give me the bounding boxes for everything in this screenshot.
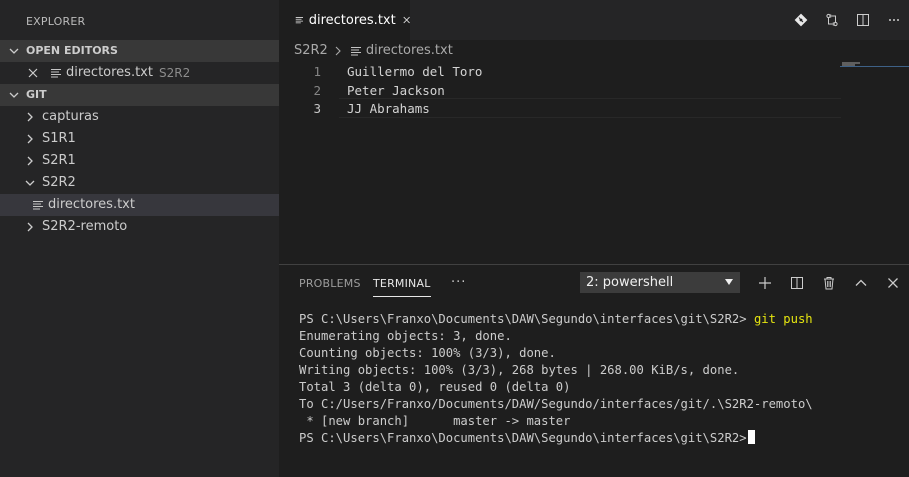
line-text[interactable]: JJ Abrahams (347, 99, 430, 118)
file-lines-icon (350, 46, 361, 56)
terminal-line: * [new branch] master -> master (299, 414, 571, 428)
minimap[interactable] (840, 62, 909, 264)
terminal-line: Writing objects: 100% (3/3), 268 bytes |… (299, 363, 740, 377)
terminal-cursor (747, 430, 755, 444)
tab-problems[interactable]: PROBLEMS (299, 277, 361, 290)
open-editor-description: S2R2 (158, 66, 191, 80)
open-editors-header[interactable]: OPEN EDITORS (0, 40, 279, 62)
breadcrumb-file[interactable]: directores.txt (366, 40, 453, 62)
git-folder-header[interactable]: GIT (0, 84, 279, 106)
tree-item-label: S2R2 (42, 175, 76, 190)
close-icon[interactable] (877, 271, 909, 295)
terminal-line: Counting objects: 100% (3/3), done. (299, 346, 556, 360)
terminal-line: PS C:\Users\Franxo\Documents\DAW\Segundo… (299, 311, 813, 328)
more-icon[interactable] (878, 9, 909, 31)
tab-label: directores.txt (308, 12, 396, 28)
bottom-panel: PROBLEMS TERMINAL ··· 2: powershell PS C… (279, 264, 909, 477)
chevron-right-icon (335, 46, 341, 56)
line-number: 1 (313, 64, 321, 79)
open-editor-label: directores.txt (66, 65, 153, 80)
code-line[interactable]: 3 JJ Abrahams (279, 99, 841, 118)
panel-more-icon[interactable]: ··· (451, 275, 466, 290)
git-icon[interactable] (785, 9, 816, 31)
trash-icon[interactable] (813, 271, 845, 295)
chevron-down-icon (25, 180, 35, 186)
tree-item-label: directores.txt (48, 197, 135, 212)
code-line[interactable]: 1 Guillermo del Toro (279, 62, 841, 81)
close-icon[interactable] (403, 15, 410, 25)
split-icon[interactable] (781, 271, 813, 295)
tab-terminal[interactable]: TERMINAL (373, 277, 431, 297)
compare-icon[interactable] (816, 9, 847, 31)
terminal-line: To C:/Users/Franxo/Documents/DAW/Segundo… (299, 397, 813, 411)
breadcrumb-folder[interactable]: S2R2 (294, 40, 328, 62)
chevron-right-icon (27, 156, 33, 166)
tree-item-label: S1R1 (42, 131, 76, 146)
terminal-command: git push (753, 312, 813, 326)
chevron-right-icon (27, 134, 33, 144)
line-number: 3 (313, 101, 321, 116)
terminal-line: Total 3 (delta 0), reused 0 (delta 0) (299, 380, 571, 394)
tree-item-label: capturas (42, 109, 99, 124)
add-icon[interactable] (749, 271, 781, 295)
terminal-select[interactable]: 2: powershell (580, 272, 740, 293)
chevron-up-icon[interactable] (845, 271, 877, 295)
chevron-down-icon (9, 48, 19, 54)
tree-item-label: S2R2-remoto (42, 219, 128, 234)
editor-tab-bar: directores.txt (279, 0, 909, 40)
line-text[interactable]: Guillermo del Toro (347, 62, 482, 81)
tree-item-s1r1[interactable]: S1R1 (0, 128, 279, 150)
explorer-title: EXPLORER (26, 15, 86, 28)
line-text[interactable]: Peter Jackson (347, 81, 445, 100)
tree-item-s2r2[interactable]: S2R2 (0, 172, 279, 194)
file-lines-icon (51, 68, 61, 78)
chevron-right-icon (27, 112, 33, 122)
breadcrumb: S2R2 directores.txt (279, 40, 909, 62)
split-editor-icon[interactable] (847, 9, 878, 31)
panel-tabs: PROBLEMS TERMINAL ··· 2: powershell (279, 265, 909, 301)
code-line[interactable]: 2 Peter Jackson (279, 81, 841, 100)
file-lines-icon (33, 200, 43, 210)
minimap-slider[interactable] (840, 65, 909, 67)
terminal-line: PS C:\Users\Franxo\Documents\DAW\Segundo… (299, 430, 813, 447)
chevron-down-icon (725, 279, 733, 285)
code-editor[interactable]: 1 Guillermo del Toro 2 Peter Jackson 3 J… (279, 62, 909, 264)
editor-actions (785, 0, 909, 40)
chevron-down-icon (9, 92, 19, 98)
git-folder-label: GIT (26, 88, 47, 101)
panel-actions (749, 271, 909, 295)
terminal-prompt: PS C:\Users\Franxo\Documents\DAW\Segundo… (299, 431, 747, 445)
tree-item-s2r1[interactable]: S2R1 (0, 150, 279, 172)
terminal-select-value: 2: powershell (586, 275, 674, 290)
tree-item-capturas[interactable]: capturas (0, 106, 279, 128)
chevron-right-icon (27, 222, 33, 232)
tab-directores-txt[interactable]: directores.txt (279, 0, 410, 40)
open-editors-label: OPEN EDITORS (26, 44, 118, 57)
explorer-sidebar: EXPLORER OPEN EDITORS directores.txt S2R… (0, 0, 279, 477)
terminal-prompt: PS C:\Users\Franxo\Documents\DAW\Segundo… (299, 312, 754, 326)
open-editor-item[interactable]: directores.txt S2R2 (0, 62, 279, 84)
line-number: 2 (313, 83, 321, 98)
tree-item-label: S2R1 (42, 153, 76, 168)
close-icon[interactable] (28, 68, 38, 78)
tree-item-s2r2-remoto[interactable]: S2R2-remoto (0, 216, 279, 238)
tree-item-directores-txt[interactable]: directores.txt (0, 194, 279, 216)
terminal-line: Enumerating objects: 3, done. (299, 329, 512, 343)
file-lines-icon (295, 17, 304, 24)
terminal-output[interactable]: PS C:\Users\Franxo\Documents\DAW\Segundo… (299, 311, 813, 447)
